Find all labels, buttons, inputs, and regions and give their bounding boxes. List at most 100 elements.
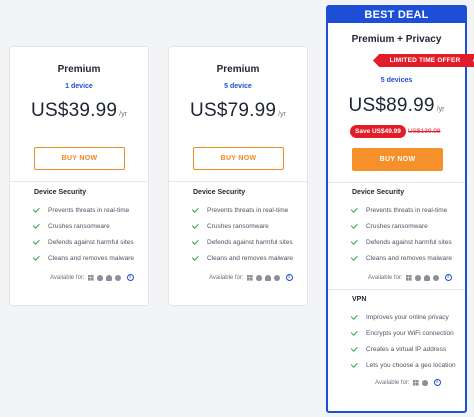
check-icon bbox=[350, 360, 358, 368]
available-for-row-vpn: Available for: i bbox=[375, 379, 441, 386]
available-for-label: Available for: bbox=[375, 379, 410, 386]
feature-item: Improves your online privacy bbox=[350, 312, 449, 321]
feature-item: Cleans and removes malware bbox=[350, 253, 452, 262]
available-for-row: Available for: i bbox=[368, 274, 452, 281]
feature-label: Encrypts your WiFi connection bbox=[366, 330, 454, 337]
feature-item: Creates a virtual IP address bbox=[350, 344, 447, 353]
buy-now-button[interactable]: BUY NOW bbox=[352, 148, 443, 171]
chrome-icon bbox=[273, 274, 280, 281]
plan-card-premium-5: Premium 5 device US$79.99/yr BUY NOW Dev… bbox=[168, 46, 308, 306]
divider bbox=[328, 289, 465, 290]
check-icon bbox=[191, 205, 199, 213]
section-title-device-security: Device Security bbox=[193, 189, 246, 196]
device-count: 5 devices bbox=[380, 77, 413, 84]
pricing-page: Premium 1 device US$39.99/yr BUY NOW Dev… bbox=[0, 0, 474, 417]
limited-time-offer-ribbon: LIMITED TIME OFFER bbox=[373, 54, 474, 67]
best-deal-banner: BEST DEAL bbox=[328, 7, 465, 23]
feature-label: Defends against harmful sites bbox=[207, 239, 293, 246]
divider bbox=[10, 181, 148, 182]
feature-label: Defends against harmful sites bbox=[366, 239, 452, 246]
check-icon bbox=[350, 328, 358, 336]
save-badge: Save US$49.99 bbox=[350, 125, 406, 138]
device-count: 5 device bbox=[224, 83, 252, 90]
divider bbox=[328, 182, 465, 183]
feature-label: Defends against harmful sites bbox=[48, 239, 134, 246]
price: US$89.99/yr bbox=[328, 95, 465, 117]
check-icon bbox=[350, 344, 358, 352]
section-title-device-security: Device Security bbox=[34, 189, 87, 196]
chrome-icon bbox=[114, 274, 121, 281]
check-icon bbox=[350, 205, 358, 213]
check-icon bbox=[350, 221, 358, 229]
available-for-label: Available for: bbox=[209, 274, 244, 281]
check-icon bbox=[32, 221, 40, 229]
plan-card-premium-privacy: BEST DEAL Premium + Privacy LIMITED TIME… bbox=[326, 5, 474, 413]
plan-name: Premium bbox=[216, 64, 260, 75]
check-icon bbox=[350, 237, 358, 245]
android-icon bbox=[423, 274, 430, 281]
android-icon bbox=[105, 274, 112, 281]
check-icon bbox=[350, 253, 358, 261]
info-icon[interactable]: i bbox=[433, 379, 441, 386]
feature-item: Lets you choose a geo location bbox=[350, 360, 456, 369]
available-for-label: Available for: bbox=[368, 274, 403, 281]
price: US$39.99/yr bbox=[10, 100, 148, 122]
feature-label: Creates a virtual IP address bbox=[366, 346, 447, 353]
feature-item: Prevents threats in real-time bbox=[350, 205, 448, 214]
chrome-icon bbox=[432, 274, 439, 281]
feature-label: Cleans and removes malware bbox=[207, 255, 293, 262]
divider bbox=[169, 181, 307, 182]
available-for-row: Available for: i bbox=[209, 274, 293, 281]
feature-item: Defends against harmful sites bbox=[191, 237, 293, 246]
feature-item: Encrypts your WiFi connection bbox=[350, 328, 454, 337]
feature-label: Prevents threats in real-time bbox=[366, 207, 448, 214]
plan-name: Premium + Privacy bbox=[351, 34, 442, 45]
price-amount: US$79.99 bbox=[190, 100, 277, 121]
check-icon bbox=[32, 237, 40, 245]
feature-item: Crushes ransomware bbox=[350, 221, 428, 230]
info-icon[interactable]: i bbox=[285, 274, 293, 281]
check-icon bbox=[32, 205, 40, 213]
feature-label: Crushes ransomware bbox=[366, 223, 428, 230]
feature-label: Improves your online privacy bbox=[366, 314, 449, 321]
feature-item: Cleans and removes malware bbox=[191, 253, 293, 262]
buy-now-button[interactable]: BUY NOW bbox=[193, 147, 284, 170]
check-icon bbox=[32, 253, 40, 261]
available-for-row: Available for: i bbox=[50, 274, 134, 281]
price: US$79.99/yr bbox=[169, 100, 307, 122]
windows-icon bbox=[412, 379, 419, 386]
apple-icon bbox=[414, 274, 421, 281]
feature-item: Cleans and removes malware bbox=[32, 253, 134, 262]
section-title-device-security: Device Security bbox=[352, 189, 405, 196]
android-icon bbox=[264, 274, 271, 281]
check-icon bbox=[191, 253, 199, 261]
feature-item: Defends against harmful sites bbox=[350, 237, 452, 246]
check-icon bbox=[191, 237, 199, 245]
feature-label: Crushes ransomware bbox=[207, 223, 269, 230]
feature-label: Prevents threats in real-time bbox=[48, 207, 130, 214]
windows-icon bbox=[405, 274, 412, 281]
apple-icon bbox=[421, 379, 428, 386]
feature-label: Crushes ransomware bbox=[48, 223, 110, 230]
device-count: 1 device bbox=[65, 83, 93, 90]
feature-item: Prevents threats in real-time bbox=[191, 205, 288, 214]
price-amount: US$89.99 bbox=[348, 95, 435, 116]
price-amount: US$39.99 bbox=[31, 100, 118, 121]
price-period: /yr bbox=[278, 111, 286, 118]
available-for-label: Available for: bbox=[50, 274, 85, 281]
price-period: /yr bbox=[436, 106, 445, 113]
plan-name: Premium bbox=[57, 64, 101, 75]
price-period: /yr bbox=[119, 111, 127, 118]
info-icon[interactable]: i bbox=[126, 274, 134, 281]
feature-item: Crushes ransomware bbox=[32, 221, 110, 230]
windows-icon bbox=[246, 274, 253, 281]
apple-icon bbox=[96, 274, 103, 281]
windows-icon bbox=[87, 274, 94, 281]
plan-card-premium-1: Premium 1 device US$39.99/yr BUY NOW Dev… bbox=[9, 46, 149, 306]
info-icon[interactable]: i bbox=[444, 274, 452, 281]
check-icon bbox=[191, 221, 199, 229]
feature-label: Cleans and removes malware bbox=[48, 255, 134, 262]
feature-item: Defends against harmful sites bbox=[32, 237, 134, 246]
buy-now-button[interactable]: BUY NOW bbox=[34, 147, 125, 170]
feature-label: Lets you choose a geo location bbox=[366, 362, 456, 369]
